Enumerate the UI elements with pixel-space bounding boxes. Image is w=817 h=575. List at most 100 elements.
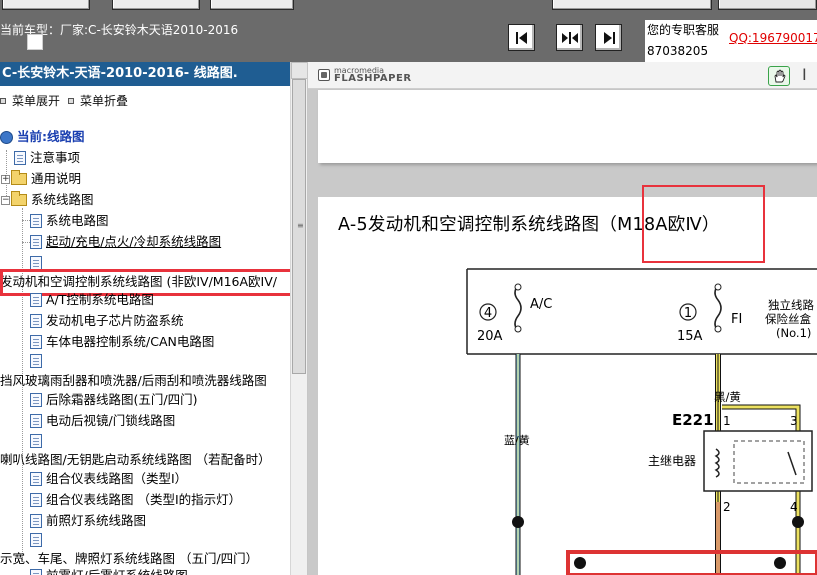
tree-item-meter-indicator[interactable]: 组合仪表线路图 （类型Ⅰ的指示灯） — [30, 491, 241, 509]
tree-root[interactable]: 当前:线路图 — [0, 128, 85, 146]
toolbar-button-1[interactable] — [2, 0, 90, 10]
split-view-icon — [561, 31, 578, 44]
document-icon — [30, 235, 42, 249]
document-icon — [30, 335, 42, 349]
root-folder-icon — [0, 130, 13, 144]
tree-item-label: 组合仪表线路图（类型Ⅰ） — [46, 471, 188, 486]
junction-dot — [792, 516, 804, 528]
qq-link[interactable]: QQ:196790017 — [729, 31, 817, 45]
scroll-grip-icon: ≡ — [297, 221, 304, 230]
toolbar-button-5[interactable] — [718, 0, 817, 10]
split-view-button[interactable] — [556, 24, 583, 51]
fusebox-label-3: (No.1) — [776, 326, 811, 340]
collapse-toggle-icon[interactable]: − — [1, 195, 10, 205]
flashpaper-logo: macromedia FLASHPAPER — [318, 67, 412, 84]
toolbar-button-4[interactable] — [552, 0, 712, 10]
scroll-up-arrow-icon[interactable] — [291, 62, 307, 79]
hand-tool-button[interactable] — [768, 66, 790, 86]
tree-item-blank[interactable] — [30, 432, 42, 450]
tree-item-label: 前照灯系统线路图 — [46, 513, 147, 528]
tree-scrollbar[interactable]: ≡ — [290, 62, 307, 575]
tree-item-mirror-lock[interactable]: 电动后视镜/门锁线路图 — [30, 412, 175, 430]
menu-collapse-label: 菜单折叠 — [80, 94, 129, 108]
model-select-box[interactable] — [27, 34, 43, 50]
fuse1-symbol — [514, 284, 522, 332]
toolbar-button-3[interactable] — [210, 0, 294, 10]
folder-open-icon — [11, 191, 27, 206]
relay-body — [703, 430, 813, 492]
tree-item-label: 示宽、车尾、牌照灯系统线路图 （五门/四门） — [0, 551, 259, 566]
tree-item-label: 电动后视镜/门锁线路图 — [46, 413, 176, 428]
first-page-icon — [515, 31, 527, 44]
tree-controls: 菜单展开 菜单折叠 — [0, 92, 128, 109]
product-name: FLASHPAPER — [334, 73, 412, 84]
document-icon — [30, 256, 42, 270]
fuse2-number: 1 — [684, 306, 692, 321]
tree-item-headlamp[interactable]: 前照灯系统线路图 — [30, 512, 146, 530]
tree-item-system-circuit[interactable]: 系统电路图 — [30, 212, 109, 230]
tree-item-at-control[interactable]: A/T控制系统电路图 — [30, 291, 154, 309]
junction-dot — [574, 557, 586, 569]
tree-item-immobilizer[interactable]: 发动机电子芯片防盗系统 — [30, 312, 184, 330]
junction-dot — [774, 557, 786, 569]
expand-icon — [0, 97, 6, 104]
tree-item-notes[interactable]: 注意事项 — [14, 149, 80, 167]
document-page-previous — [318, 90, 817, 163]
toolbar-button-2[interactable] — [112, 0, 200, 10]
document-icon — [30, 314, 42, 328]
scroll-thumb[interactable]: ≡ — [292, 79, 306, 374]
tree-item-label: 注意事项 — [30, 150, 81, 165]
relay-pin-3: 3 — [790, 414, 798, 428]
tree-item-horn[interactable]: 喇叭线路图/无钥匙启动系统线路图 （若配备时） — [0, 451, 271, 469]
fuse2-terminal — [714, 283, 722, 291]
tree-item-label: 系统电路图 — [46, 213, 109, 228]
top-toolbar: 当前车型：厂家:C-长安铃木天语2010-2016 您的专职客服 QQ:1967… — [0, 0, 817, 62]
folder-icon — [11, 170, 27, 185]
document-icon — [30, 493, 42, 507]
document-page: 4 20A A/C 1 15A FI 独立线路 保险丝盒 (No.1) 黑/黄 … — [318, 185, 817, 575]
document-icon — [14, 151, 26, 165]
text-select-tool-icon[interactable]: I — [802, 66, 807, 84]
document-icon — [30, 434, 42, 448]
last-page-button[interactable] — [595, 24, 622, 51]
relay-pin-1: 1 — [723, 414, 731, 428]
tree-item-system-wiring[interactable]: − 系统线路图 — [1, 191, 94, 209]
document-icon — [30, 393, 42, 407]
hand-icon — [774, 69, 786, 83]
relay-pin-2: 2 — [723, 500, 731, 514]
relay-id: E221 — [672, 411, 714, 429]
tree-item-general[interactable]: + 通用说明 — [1, 170, 81, 188]
fuse1-number: 4 — [484, 306, 492, 321]
flashpaper-logo-icon — [318, 69, 330, 81]
tree-item-label: 前雾灯/后雾灯系统线路图 — [42, 567, 188, 575]
document-icon — [30, 354, 42, 368]
tree-item-wiper[interactable]: 挡风玻璃雨刮器和喷洗器/后雨刮和喷洗器线路图 — [0, 372, 267, 390]
tree-item-cutoff[interactable]: 前雾灯/后雾灯系统线路图 — [30, 567, 188, 575]
tree-item-blank[interactable] — [30, 531, 42, 549]
tree-item-tail-lamp[interactable]: 示宽、车尾、牌照灯系统线路图 （五门/四门） — [0, 550, 258, 568]
menu-expand-button[interactable]: 菜单展开 — [0, 92, 60, 109]
fuse1-terminal — [514, 283, 522, 291]
document-icon — [30, 533, 42, 547]
tree-header: C-长安铃木-天语-2010-2016- 线路图. — [0, 62, 290, 86]
tree-item-label: 挡风玻璃雨刮器和喷洗器/后雨刮和喷洗器线路图 — [0, 373, 267, 388]
current-model-value: 厂家:C-长安铃木天语2010-2016 — [60, 23, 239, 37]
wire-label-blue-yellow: 蓝/黄 — [504, 433, 530, 447]
tree-item-meter1[interactable]: 组合仪表线路图（类型Ⅰ） — [30, 470, 187, 488]
fuse2-terminal — [714, 325, 722, 333]
tree-item-label: A/T控制系统电路图 — [46, 292, 154, 307]
menu-collapse-button[interactable]: 菜单折叠 — [68, 92, 128, 109]
fuse2-symbol — [714, 284, 722, 332]
document-icon — [30, 293, 42, 307]
first-page-button[interactable] — [508, 24, 535, 51]
tree-item-label: 起动/充电/点火/冷却系统线路图 — [46, 234, 222, 249]
tree-item-blank[interactable] — [30, 352, 42, 370]
expand-toggle-icon[interactable]: + — [1, 174, 10, 184]
fuse2-name: FI — [731, 312, 742, 327]
junction-dot — [512, 516, 524, 528]
tree-item-body-can[interactable]: 车体电器控制系统/CAN电路图 — [30, 333, 214, 351]
tree-item-start-charge[interactable]: 起动/充电/点火/冷却系统线路图 — [30, 233, 221, 251]
tree-item-rear-defog[interactable]: 后除霜器线路图(五门/四门) — [30, 391, 197, 409]
last-page-icon — [603, 31, 615, 44]
service-panel: 您的专职客服 QQ:196790017 87038205 — [645, 20, 817, 62]
